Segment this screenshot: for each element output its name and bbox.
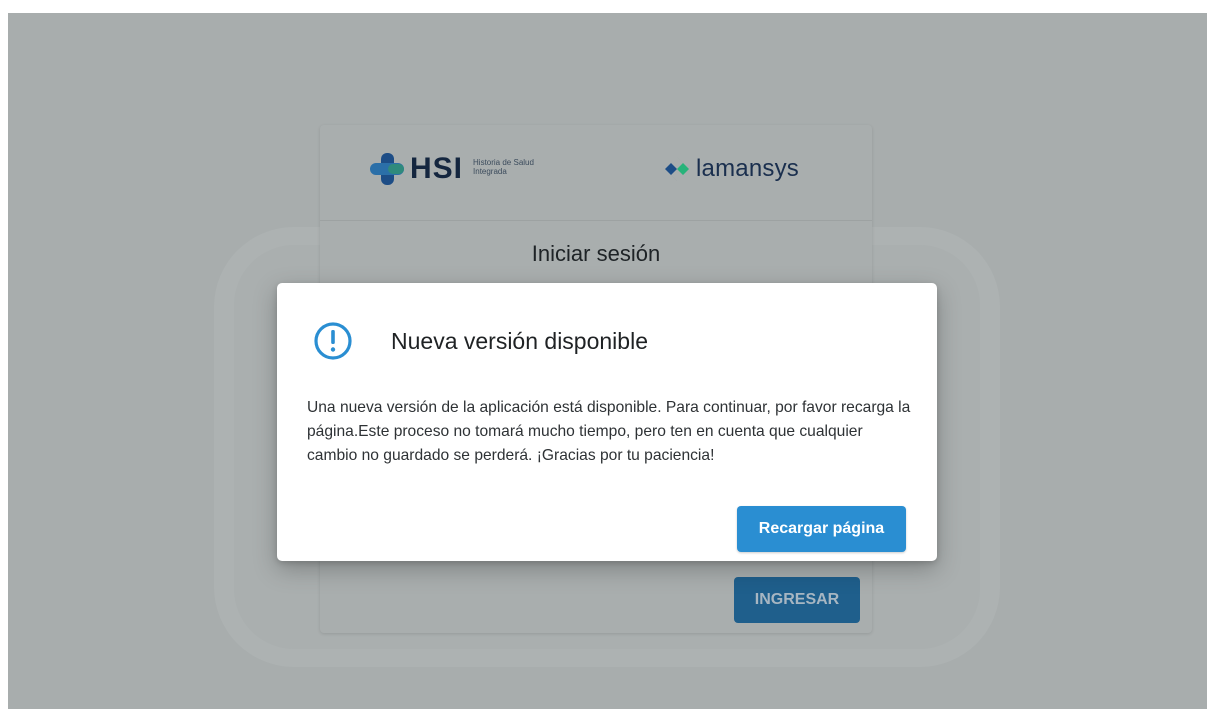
lamansys-diamond-icon [665, 157, 689, 181]
ingresar-button[interactable]: INGRESAR [734, 577, 860, 623]
lamansys-logo-text: lamansys [696, 155, 799, 182]
exclamation-circle-icon [314, 322, 352, 360]
lamansys-logo: lamansys [664, 155, 799, 183]
dialog-title: Nueva versión disponible [391, 328, 648, 354]
login-title: Iniciar sesión [531, 241, 661, 266]
hsi-logo-subtitle: Historia de Salud Integrada [473, 158, 553, 176]
hsi-cross-icon [370, 151, 406, 187]
hsi-logo-subtitle-line2: Integrada [473, 167, 507, 176]
hsi-logo: HSI Historia de Salud Integrada [370, 149, 553, 189]
login-card-header: HSI Historia de Salud Integrada lamansys [320, 125, 872, 221]
reload-page-button[interactable]: Recargar página [737, 506, 906, 552]
hsi-logo-text: HSI [410, 152, 464, 185]
hsi-logo-subtitle-line1: Historia de Salud [473, 158, 534, 167]
app-screen: HSI Historia de Salud Integrada lamansys… [8, 13, 1207, 709]
new-version-dialog: Nueva versión disponible Una nueva versi… [277, 283, 937, 561]
dialog-message: Una nueva versión de la aplicación está … [307, 399, 911, 464]
